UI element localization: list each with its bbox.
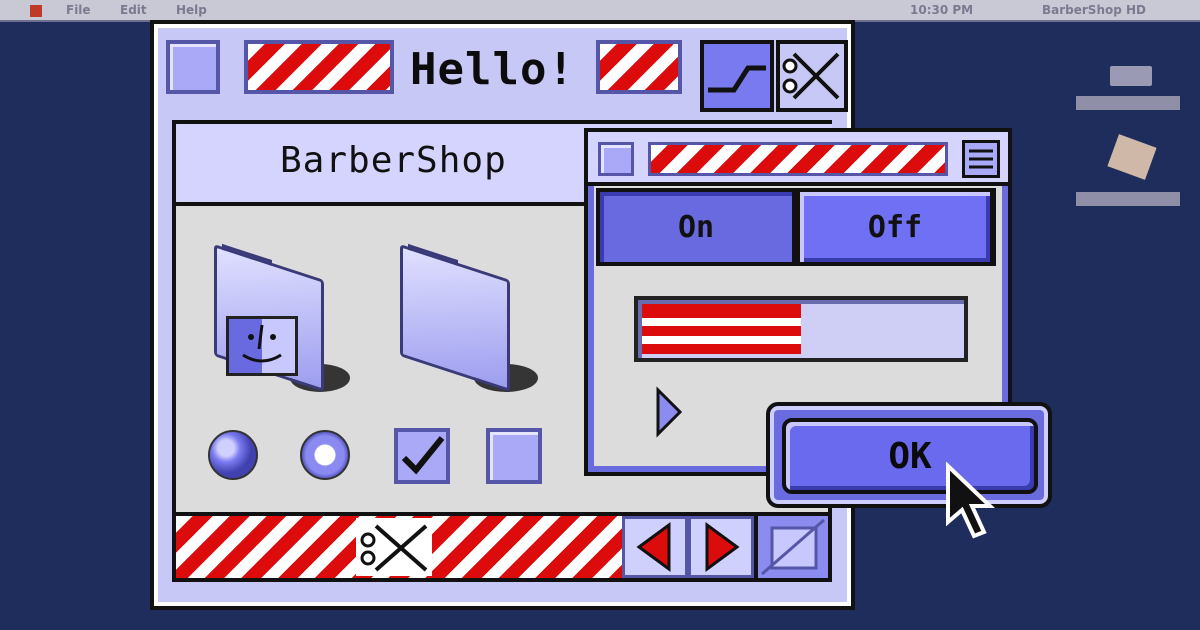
checkmark-icon <box>401 436 445 475</box>
grow-box[interactable] <box>754 512 832 582</box>
menu-app-name[interactable]: BarberShop HD <box>1042 3 1146 17</box>
sub-close-box[interactable] <box>598 142 634 176</box>
disclosure-triangle[interactable] <box>654 386 684 438</box>
scissors-icon <box>782 52 840 100</box>
checkbox-checked[interactable] <box>394 428 450 484</box>
path-bar-label: BarberShop <box>280 140 507 181</box>
scroll-right-button[interactable] <box>688 516 754 578</box>
radio-button-selected[interactable] <box>208 430 258 480</box>
resize-icon <box>761 518 825 576</box>
apple-menu-icon[interactable] <box>30 5 42 17</box>
scroll-left-button[interactable] <box>622 516 688 578</box>
scissors-icon <box>360 524 428 572</box>
zoom-icon <box>708 65 766 93</box>
arrow-right-icon <box>705 522 740 572</box>
menu-clock: 10:30 PM <box>910 3 974 17</box>
desktop-app-icon[interactable] <box>1107 134 1157 180</box>
arrow-left-icon <box>636 522 671 572</box>
segment-on[interactable]: On <box>600 192 792 262</box>
close-box[interactable] <box>166 40 220 94</box>
zoom-box[interactable] <box>700 40 774 112</box>
desktop-app-label <box>1076 192 1180 206</box>
menu-lines-icon <box>969 149 993 169</box>
menu-file[interactable]: File <box>66 3 91 17</box>
sub-window-shade-box[interactable] <box>962 140 1000 178</box>
menu-edit[interactable]: Edit <box>120 3 147 17</box>
radio-button-unselected[interactable] <box>300 430 350 480</box>
checkbox-empty[interactable] <box>486 428 542 484</box>
progress-fill <box>642 304 801 354</box>
mac-os-face-icon <box>226 316 298 376</box>
desktop-disk-label <box>1076 96 1180 110</box>
menu-bar: File Edit Help 10:30 PM BarberShop HD <box>0 0 1200 22</box>
menu-help[interactable]: Help <box>176 3 207 17</box>
sub-title-stripes <box>648 142 948 176</box>
title-stripes-left <box>244 40 394 94</box>
segment-off[interactable]: Off <box>800 192 990 262</box>
triangle-right-icon <box>656 386 683 438</box>
desktop-disk-icon[interactable] <box>1110 66 1152 86</box>
collapse-box[interactable] <box>776 40 848 112</box>
cursor-arrow-icon <box>944 461 1000 542</box>
window-title: Hello! <box>410 44 575 95</box>
scroll-thumb[interactable] <box>356 518 432 576</box>
title-stripes-right <box>596 40 682 94</box>
